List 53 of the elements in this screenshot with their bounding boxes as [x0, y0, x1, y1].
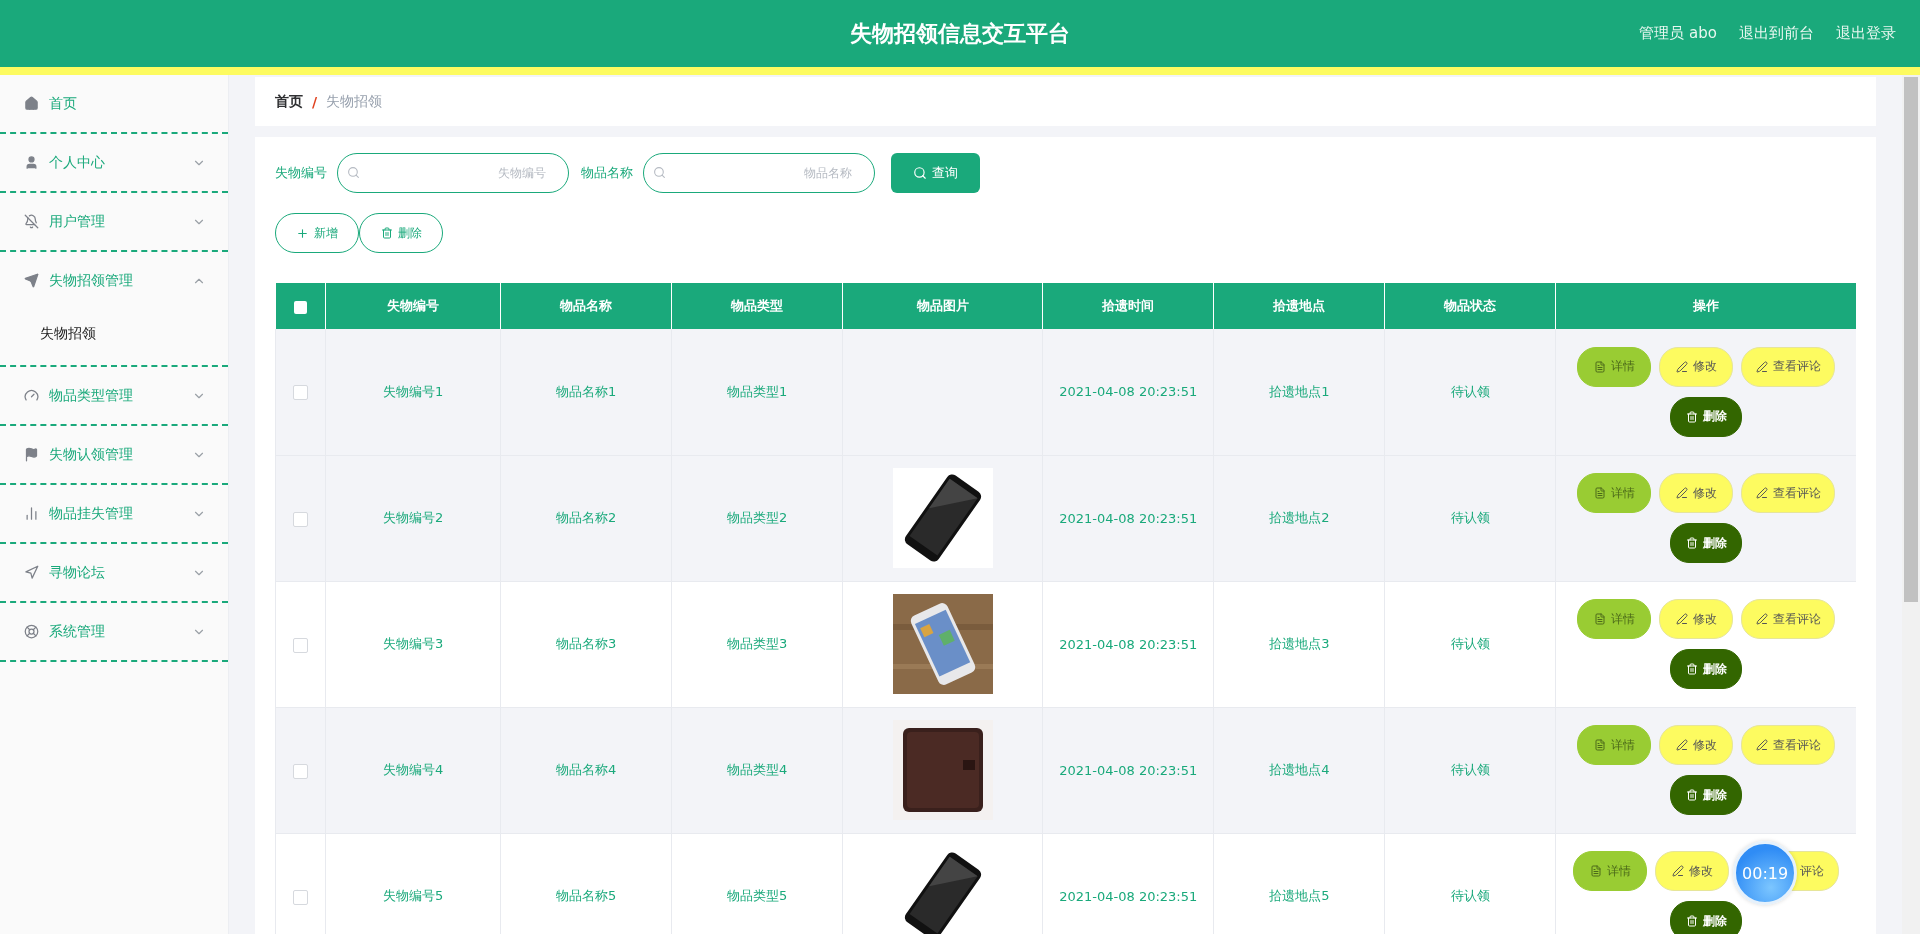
- table-cell: 物品类型4: [671, 707, 843, 833]
- table-cell: 2021-04-08 20:23:51: [1042, 455, 1214, 581]
- column-header: 失物编号: [325, 283, 501, 329]
- table-cell: 物品名称2: [500, 455, 672, 581]
- table-cell: 物品类型3: [671, 581, 843, 707]
- breadcrumb-current: 失物招领: [326, 92, 383, 111]
- column-header: 物品类型: [671, 283, 843, 329]
- table-cell: 失物编号2: [325, 455, 501, 581]
- table-cell: 拾遗地点3: [1213, 581, 1385, 707]
- table-cell: 拾遗地点5: [1213, 833, 1385, 934]
- table-cell: 2021-04-08 20:23:51: [1042, 581, 1214, 707]
- table-cell: 待认领: [1384, 581, 1556, 707]
- column-header: 物品图片: [842, 283, 1043, 329]
- timer-toast: 00:19: [1733, 841, 1798, 905]
- table-cell: 物品类型2: [671, 455, 843, 581]
- sidebar-label: 失物认领管理: [49, 445, 134, 464]
- table-cell: 物品类型1: [671, 329, 843, 455]
- column-header: 拾遗地点: [1213, 283, 1385, 329]
- table-cell: 2021-04-08 20:23:51: [1042, 707, 1214, 833]
- sidebar-label: 失物招领管理: [49, 271, 134, 290]
- sidebar-label: 物品挂失管理: [49, 504, 134, 523]
- table-cell: 拾遗地点2: [1213, 455, 1385, 581]
- table-cell: 物品名称1: [500, 329, 672, 455]
- table-cell: 失物编号5: [325, 833, 501, 934]
- table-cell: 待认领: [1384, 329, 1556, 455]
- sidebar-label: 用户管理: [49, 212, 106, 231]
- breadcrumb-separator: /: [312, 93, 318, 110]
- table-cell: 物品类型5: [671, 833, 843, 934]
- field-label: 物品名称: [581, 164, 633, 182]
- sidebar-label: 物品类型管理: [49, 386, 134, 405]
- sidebar-label: 寻物论坛: [49, 563, 106, 582]
- table-cell: 物品名称3: [500, 581, 672, 707]
- field-label: 失物编号: [275, 164, 327, 182]
- table-cell: 拾遗地点1: [1213, 329, 1385, 455]
- column-header: 物品状态: [1384, 283, 1556, 329]
- table-cell: 拾遗地点4: [1213, 707, 1385, 833]
- table-cell: 2021-04-08 20:23:51: [1042, 329, 1214, 455]
- app-title: 失物招领信息交互平台: [850, 19, 1070, 48]
- sidebar-label: 首页: [49, 94, 78, 113]
- column-header: 物品名称: [500, 283, 672, 329]
- table-cell: 物品名称5: [500, 833, 672, 934]
- sidebar-label: 系统管理: [49, 622, 106, 641]
- table-cell: 2021-04-08 20:23:51: [1042, 833, 1214, 934]
- table-cell: 待认领: [1384, 707, 1556, 833]
- table-cell: 待认领: [1384, 833, 1556, 934]
- table-cell: 物品名称4: [500, 707, 672, 833]
- table-cell: 失物编号3: [325, 581, 501, 707]
- column-header: 拾遗时间: [1042, 283, 1214, 329]
- sidebar-label: 个人中心: [49, 153, 106, 172]
- table-cell: 失物编号4: [325, 707, 501, 833]
- column-header: 操作: [1555, 283, 1856, 329]
- table-cell: 待认领: [1384, 455, 1556, 581]
- table-cell: 失物编号1: [325, 329, 501, 455]
